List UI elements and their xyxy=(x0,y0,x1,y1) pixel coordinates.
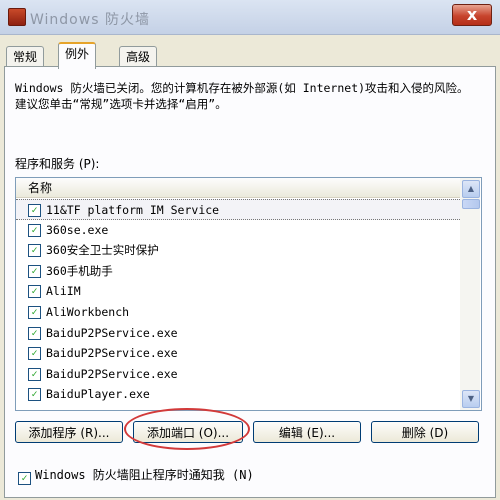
notify-option[interactable]: ✓ Windows 防火墙阻止程序时通知我 (N) xyxy=(18,466,254,485)
item-checkbox[interactable]: ✓ xyxy=(28,347,41,361)
list-item[interactable]: ✓ 11&TF platform IM Service xyxy=(16,199,460,220)
notify-checkbox[interactable]: ✓ xyxy=(18,472,31,485)
title-bar: Windows 防火墙 x xyxy=(0,0,500,35)
item-checkbox[interactable]: ✓ xyxy=(28,388,41,402)
delete-button[interactable]: 删除 (D) xyxy=(371,421,479,443)
item-checkbox[interactable]: ✓ xyxy=(28,326,41,340)
tab-exceptions[interactable]: 例外 xyxy=(58,42,97,69)
item-label: BaiduPlayer.exe xyxy=(46,387,150,402)
item-label: 360安全卫士实时保护 xyxy=(46,243,159,258)
list-item[interactable]: ✓ BaiduP2PService.exe xyxy=(16,364,460,385)
tab-advanced[interactable]: 高级 xyxy=(119,46,158,67)
list-item[interactable]: ✓ BaiduP2PService.exe xyxy=(16,343,460,364)
edit-button[interactable]: 编辑 (E)... xyxy=(253,421,361,443)
list-item[interactable]: ✓ 360安全卫士实时保护 xyxy=(16,240,460,261)
list-item[interactable]: ✓ 360se.exe xyxy=(16,220,460,241)
item-checkbox[interactable]: ✓ xyxy=(28,244,41,258)
item-label: AliIM xyxy=(46,284,81,299)
scroll-thumb[interactable] xyxy=(462,199,480,209)
item-checkbox[interactable]: ✓ xyxy=(28,305,41,319)
item-label: BaiduP2PService.exe xyxy=(46,346,178,361)
list-rows: ✓ 11&TF platform IM Service ✓ 360se.exe ✓ 360… xyxy=(16,199,460,405)
list-item[interactable]: ✓ BaiduPlayer.exe xyxy=(16,384,460,405)
item-checkbox[interactable]: ✓ xyxy=(28,264,41,278)
warning-description: Windows 防火墙已关闭。您的计算机存在被外部源(如 Internet)攻击… xyxy=(15,81,469,111)
item-checkbox[interactable]: ✓ xyxy=(28,285,41,299)
item-label: AliWorkbench xyxy=(46,304,130,319)
list-item[interactable]: ✓ AliIM xyxy=(16,281,460,302)
scroll-down-arrow-icon[interactable]: ▼ xyxy=(462,390,480,408)
vertical-scrollbar[interactable]: ▲ ▼ xyxy=(460,178,480,410)
item-label: BaiduP2PService.exe xyxy=(46,366,178,381)
item-label: 11&TF platform IM Service xyxy=(46,203,220,217)
item-label: 360se.exe xyxy=(46,222,109,237)
column-header-name[interactable]: 名称 xyxy=(16,178,460,198)
list-item[interactable]: ✓ AliWorkbench xyxy=(16,302,460,323)
programs-label: 程序和服务 (P): xyxy=(15,157,100,171)
item-checkbox[interactable]: ✓ xyxy=(28,204,41,217)
notify-label: Windows 防火墙阻止程序时通知我 (N) xyxy=(35,468,254,482)
programs-list[interactable]: 名称 ✓ 11&TF platform IM Service ✓ 360se.exe ✓… xyxy=(15,177,482,411)
list-item[interactable]: ✓ BaiduP2PService.exe xyxy=(16,323,460,344)
add-program-button[interactable]: 添加程序 (R)... xyxy=(15,421,123,443)
item-checkbox[interactable]: ✓ xyxy=(28,367,41,381)
tab-general[interactable]: 常规 xyxy=(6,46,45,67)
close-button[interactable]: x xyxy=(452,4,492,26)
window-title: Windows 防火墙 xyxy=(30,12,150,28)
list-item[interactable]: ✓ 360手机助手 xyxy=(16,261,460,282)
item-label: BaiduP2PService.exe xyxy=(46,325,178,340)
firewall-icon xyxy=(8,8,26,26)
annotation-circle xyxy=(124,408,250,450)
scroll-up-arrow-icon[interactable]: ▲ xyxy=(462,180,480,198)
item-label: 360手机助手 xyxy=(46,263,113,278)
item-checkbox[interactable]: ✓ xyxy=(28,223,41,237)
